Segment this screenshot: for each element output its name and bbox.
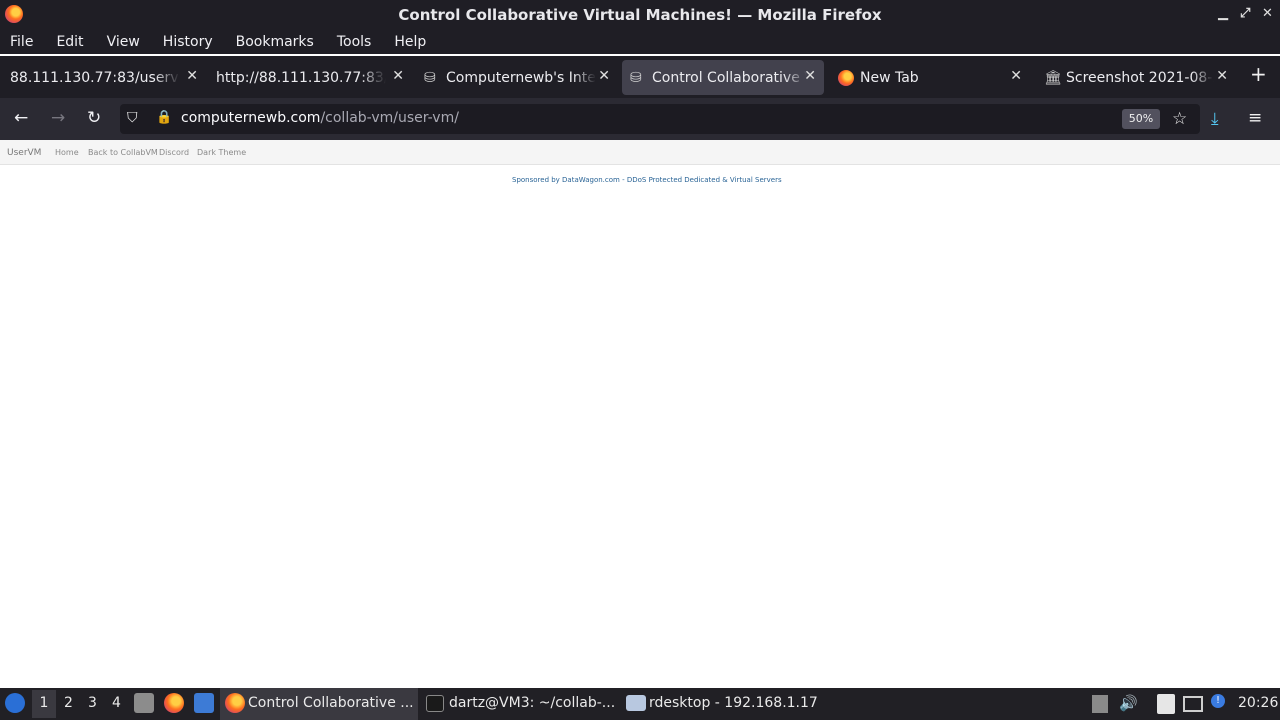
tab-label: Screenshot 2021-08-2 [1066,69,1214,86]
taskbar-window-firefox[interactable]: Control Collaborative ... [220,688,418,720]
zoom-indicator[interactable]: 50% [1122,109,1160,129]
taskbar-window-label: dartz@VM3: ~/collab-... [449,695,616,711]
site-brand[interactable]: UserVM [7,148,41,158]
close-tab-icon[interactable]: ✕ [1010,68,1022,84]
new-tab-icon[interactable]: + [1250,62,1267,86]
taskbar-window-rdesktop[interactable]: rdesktop - 192.168.1.17 [622,688,820,720]
lock-icon[interactable]: 🔒 [156,110,172,125]
window-title: Control Collaborative Virtual Machines! … [398,5,882,24]
clock[interactable]: 20:26 [1238,695,1278,711]
clipboard-icon[interactable] [1157,694,1175,714]
close-tab-icon[interactable]: ✕ [804,68,816,84]
tab-1[interactable]: 88.111.130.77:83/uservm ✕ [6,60,206,95]
tab-6[interactable]: 🏛 Screenshot 2021-08-2 ✕ [1036,60,1236,95]
collabvm-icon: ⛁ [424,69,436,86]
url-path: /collab-vm/user-vm/ [320,110,459,126]
taskbar-window-label: Control Collaborative ... [248,695,414,711]
rdesktop-icon [626,695,646,711]
menu-bookmarks[interactable]: Bookmarks [236,34,314,50]
tab-label: Control Collaborative Virtual [652,69,807,86]
tab-label: http://88.111.130.77:83/uservm [216,69,386,86]
file-manager-icon[interactable] [134,693,154,713]
forward-icon[interactable]: → [51,108,65,128]
close-tab-icon[interactable]: ✕ [1216,68,1228,84]
tab-4[interactable]: ⛁ Control Collaborative Virtual ✕ [622,60,824,95]
maximize-icon[interactable]: ⤢ [1240,6,1250,21]
firefox-logo-icon [5,5,23,23]
sponsor-link[interactable]: Sponsored by DataWagon.com - DDoS Protec… [512,176,782,184]
site-navbar: UserVM Home Back to CollabVM Discord Dar… [0,140,1280,165]
volume-icon[interactable]: 🔊 [1119,694,1138,712]
tab-3[interactable]: ⛁ Computernewb's Internet ✕ [418,60,618,95]
menu-history[interactable]: History [163,34,213,50]
bookmark-star-icon[interactable]: ☆ [1172,109,1187,129]
menu-view[interactable]: View [107,34,140,50]
tab-label: 88.111.130.77:83/uservm [10,69,180,86]
firefox-icon [225,693,245,713]
firefox-icon [838,69,854,86]
start-menu-icon[interactable] [5,693,25,713]
firefox-launcher-icon[interactable] [164,693,184,713]
menu-edit[interactable]: Edit [56,34,83,50]
taskbar: 1 2 3 4 Control Collaborative ... dartz@… [0,688,1280,720]
terminal-icon [426,695,444,712]
workspace-1[interactable]: 1 [32,690,56,718]
menu-help[interactable]: Help [394,34,426,50]
tab-5[interactable]: New Tab ✕ [830,60,1030,95]
menu-file[interactable]: File [10,34,33,50]
window-titlebar: Control Collaborative Virtual Machines! … [0,0,1280,29]
collabvm-icon: ⛁ [630,69,642,86]
tab-label: New Tab [860,69,919,86]
desktop-icon[interactable] [194,693,214,713]
tab-label: Computernewb's Internet [446,69,596,86]
taskbar-window-terminal[interactable]: dartz@VM3: ~/collab-... [422,688,620,720]
menu-tools[interactable]: Tools [337,34,372,50]
url-host: computernewb.com [181,110,321,126]
display-icon[interactable] [1183,696,1203,712]
nav-link-back-to-collabvm[interactable]: Back to CollabVM [88,148,158,157]
nav-link-dark-theme[interactable]: Dark Theme [197,148,246,157]
close-tab-icon[interactable]: ✕ [392,68,404,84]
workspace-4[interactable]: 4 [112,695,121,711]
close-window-icon[interactable]: ✕ [1262,6,1273,21]
workspace-2[interactable]: 2 [64,695,73,711]
close-tab-icon[interactable]: ✕ [186,68,198,84]
tab-2[interactable]: http://88.111.130.77:83/uservm ✕ [212,60,412,95]
app-menu-icon[interactable]: ≡ [1248,108,1262,128]
notification-icon[interactable]: ! [1211,694,1225,708]
tray-expand-icon[interactable] [1092,695,1108,713]
download-icon[interactable]: ⤓ [1211,109,1219,129]
close-tab-icon[interactable]: ✕ [598,68,610,84]
back-icon[interactable]: ← [14,108,28,128]
taskbar-window-label: rdesktop - 192.168.1.17 [649,695,818,711]
shield-icon[interactable]: ⛉ [127,110,138,126]
menu-bar: File Edit View History Bookmarks Tools H… [0,29,1280,54]
minimize-icon[interactable]: ▁ [1218,6,1228,21]
nav-link-home[interactable]: Home [55,148,79,157]
tab-bar: 88.111.130.77:83/uservm ✕ http://88.111.… [0,56,1280,98]
nav-link-discord[interactable]: Discord [159,148,189,157]
url-text[interactable]: computernewb.com/collab-vm/user-vm/ [181,110,459,126]
archive-icon: 🏛 [1044,69,1062,86]
reload-icon[interactable]: ↻ [87,108,101,128]
workspace-3[interactable]: 3 [88,695,97,711]
